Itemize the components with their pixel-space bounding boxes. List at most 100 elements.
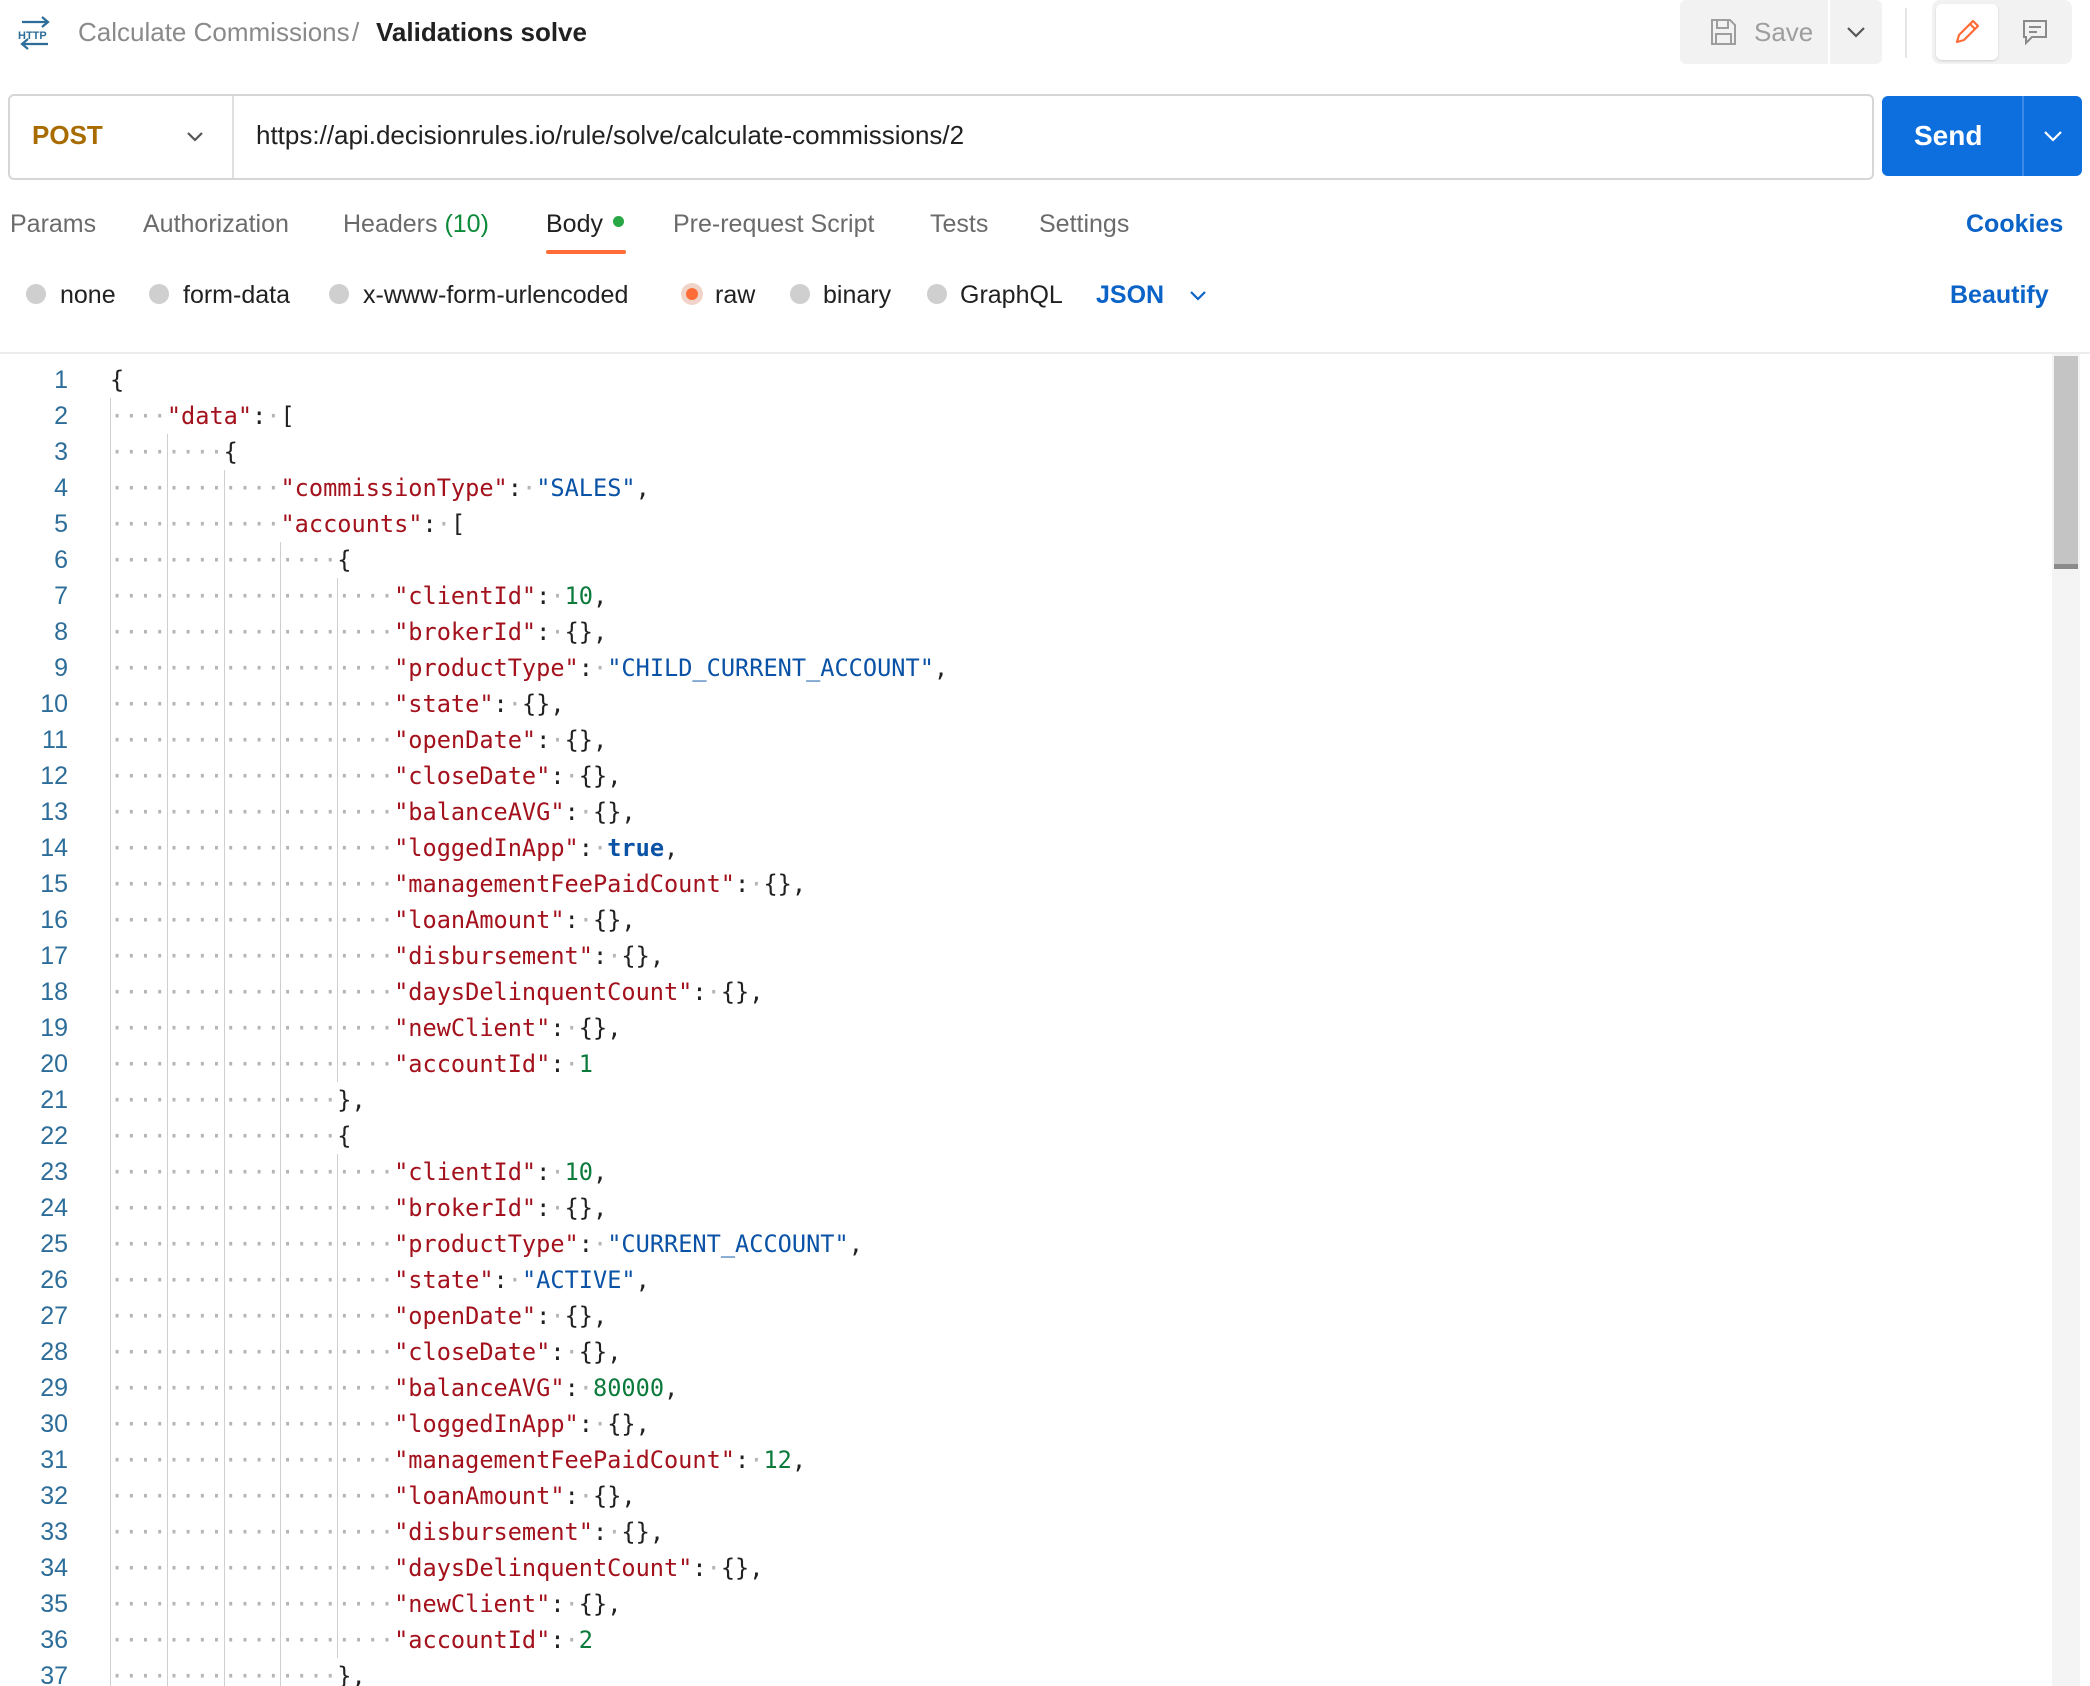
chevron-down-icon[interactable] bbox=[1184, 282, 1212, 310]
code-text: ····················"newClient":·{}, bbox=[110, 1010, 621, 1046]
line-number: 14 bbox=[40, 834, 68, 862]
comments-button[interactable] bbox=[2004, 4, 2066, 60]
indent-guide bbox=[223, 470, 225, 1686]
json-punctuation-char: : bbox=[550, 1626, 565, 1654]
format-select[interactable]: JSON bbox=[1096, 277, 1164, 313]
code-text: ················}, bbox=[110, 1082, 366, 1118]
option-raw-label[interactable]: raw bbox=[715, 277, 755, 313]
json-punctuation-char: : bbox=[550, 1050, 565, 1078]
json-punctuation-char: : bbox=[536, 582, 551, 610]
json-punctuation: [ bbox=[450, 510, 466, 538]
json-punctuation-char: : bbox=[692, 1554, 707, 1582]
option-binary-label[interactable]: binary bbox=[823, 277, 891, 313]
code-line: 26 ····················"state":·"ACTIVE", bbox=[0, 1262, 2050, 1298]
radio-binary[interactable] bbox=[790, 284, 810, 304]
json-punctuation: :· bbox=[494, 690, 522, 718]
json-punctuation: , bbox=[664, 1374, 679, 1402]
code-text: ················{ bbox=[110, 542, 352, 578]
indent-whitespace: ···················· bbox=[110, 1338, 395, 1366]
beautify-button[interactable]: Beautify bbox=[1950, 277, 2049, 313]
edit-mode-button[interactable] bbox=[1936, 4, 1998, 60]
whitespace-dot: · bbox=[607, 942, 622, 970]
whitespace-dot: · bbox=[550, 1194, 565, 1222]
tab-tests[interactable]: Tests bbox=[930, 206, 988, 242]
send-button[interactable]: Send bbox=[1882, 96, 2022, 176]
cookies-link[interactable]: Cookies bbox=[1966, 206, 2063, 242]
code-line: 8 ····················"brokerId":·{}, bbox=[0, 614, 2050, 650]
radio-none[interactable] bbox=[26, 284, 46, 304]
json-key: "closeDate" bbox=[394, 1338, 551, 1366]
code-line: 32 ····················"loanAmount":·{}, bbox=[0, 1478, 2050, 1514]
indent-whitespace: ···················· bbox=[110, 1446, 395, 1474]
code-text: ············"accounts":·[ bbox=[110, 506, 465, 542]
radio-graphql[interactable] bbox=[927, 284, 947, 304]
chevron-down-icon[interactable] bbox=[178, 120, 212, 154]
whitespace-dot: · bbox=[266, 402, 281, 430]
tab-pre-request-script[interactable]: Pre-request Script bbox=[673, 206, 874, 242]
json-key: "clientId" bbox=[394, 582, 537, 610]
json-punctuation: {}, bbox=[607, 1410, 650, 1438]
indent-guide bbox=[337, 578, 339, 1082]
json-punctuation-char: : bbox=[536, 726, 551, 754]
save-options-button[interactable] bbox=[1830, 0, 1882, 64]
option-none-label[interactable]: none bbox=[60, 277, 116, 313]
code-text: ····················"balanceAVG":·{}, bbox=[110, 794, 636, 830]
request-title[interactable]: Validations solve bbox=[376, 13, 587, 51]
code-line: 10 ····················"state":·{}, bbox=[0, 686, 2050, 722]
code-text: ····················"managementFeePaidCo… bbox=[110, 866, 806, 902]
json-key: "brokerId" bbox=[394, 618, 537, 646]
code-line: 23 ····················"clientId":·10, bbox=[0, 1154, 2050, 1190]
scrollbar-thumb[interactable] bbox=[2054, 356, 2078, 564]
indent-whitespace: ···················· bbox=[110, 1374, 395, 1402]
url-input[interactable]: https://api.decisionrules.io/rule/solve/… bbox=[256, 116, 964, 154]
json-punctuation: :· bbox=[692, 978, 720, 1006]
option-form-data-label[interactable]: form-data bbox=[183, 277, 290, 313]
json-punctuation: {}, bbox=[564, 726, 608, 754]
whitespace-dot: · bbox=[749, 1446, 764, 1474]
indent-whitespace: ···················· bbox=[110, 834, 395, 862]
view-mode-toggle bbox=[1932, 0, 2072, 64]
tab-authorization[interactable]: Authorization bbox=[143, 206, 289, 242]
code-editor[interactable]: 1{2 ····"data":·[3 ········{4 ············"… bbox=[0, 354, 2050, 1686]
option-graphql-label[interactable]: GraphQL bbox=[960, 277, 1063, 313]
json-punctuation: {}, bbox=[593, 798, 636, 826]
json-key: "disbursement" bbox=[394, 1518, 593, 1546]
json-punctuation: :· bbox=[593, 1518, 621, 1546]
json-punctuation: , bbox=[848, 1230, 863, 1258]
code-text: ····················"managementFeePaidCo… bbox=[110, 1442, 806, 1478]
code-line: 16 ····················"loanAmount":·{}, bbox=[0, 902, 2050, 938]
code-text: ····················"productType":·"CHIL… bbox=[110, 650, 948, 686]
json-punctuation: :· bbox=[550, 1590, 578, 1618]
breadcrumb-parent[interactable]: Calculate Commissions bbox=[78, 13, 350, 51]
json-punctuation-char: : bbox=[564, 906, 579, 934]
tab-settings[interactable]: Settings bbox=[1039, 206, 1129, 242]
radio-form-data[interactable] bbox=[149, 284, 169, 304]
radio-raw[interactable] bbox=[681, 283, 703, 305]
json-punctuation: , bbox=[635, 474, 650, 502]
send-options-button[interactable] bbox=[2024, 96, 2082, 176]
line-number: 28 bbox=[40, 1338, 68, 1366]
tab-headers[interactable]: Headers (10) bbox=[343, 206, 489, 242]
json-key: "state" bbox=[394, 1266, 494, 1294]
code-line: 5 ············"accounts":·[ bbox=[0, 506, 2050, 542]
save-button[interactable]: Save bbox=[1680, 0, 1828, 64]
json-punctuation-char: : bbox=[735, 870, 750, 898]
url-bar: POST https://api.decisionrules.io/rule/s… bbox=[8, 94, 1874, 180]
line-number: 9 bbox=[54, 654, 68, 682]
tab-params[interactable]: Params bbox=[10, 206, 96, 242]
json-punctuation-char: : bbox=[493, 690, 508, 718]
json-punctuation: :· bbox=[579, 1230, 607, 1258]
save-icon bbox=[1708, 17, 1738, 52]
line-number: 19 bbox=[40, 1014, 68, 1042]
radio-urlencoded[interactable] bbox=[329, 284, 349, 304]
divider bbox=[1905, 8, 1907, 58]
option-urlencoded-label[interactable]: x-www-form-urlencoded bbox=[363, 277, 628, 313]
json-punctuation: :· bbox=[536, 1194, 564, 1222]
code-text: ····················"disbursement":·{}, bbox=[110, 1514, 664, 1550]
method-select[interactable]: POST bbox=[32, 116, 103, 154]
tab-body[interactable]: Body bbox=[546, 206, 603, 242]
json-punctuation: }, bbox=[337, 1662, 366, 1686]
line-number: 6 bbox=[54, 546, 68, 574]
editor-scrollbar[interactable] bbox=[2052, 354, 2080, 1686]
radio-selected-dot bbox=[686, 288, 698, 300]
